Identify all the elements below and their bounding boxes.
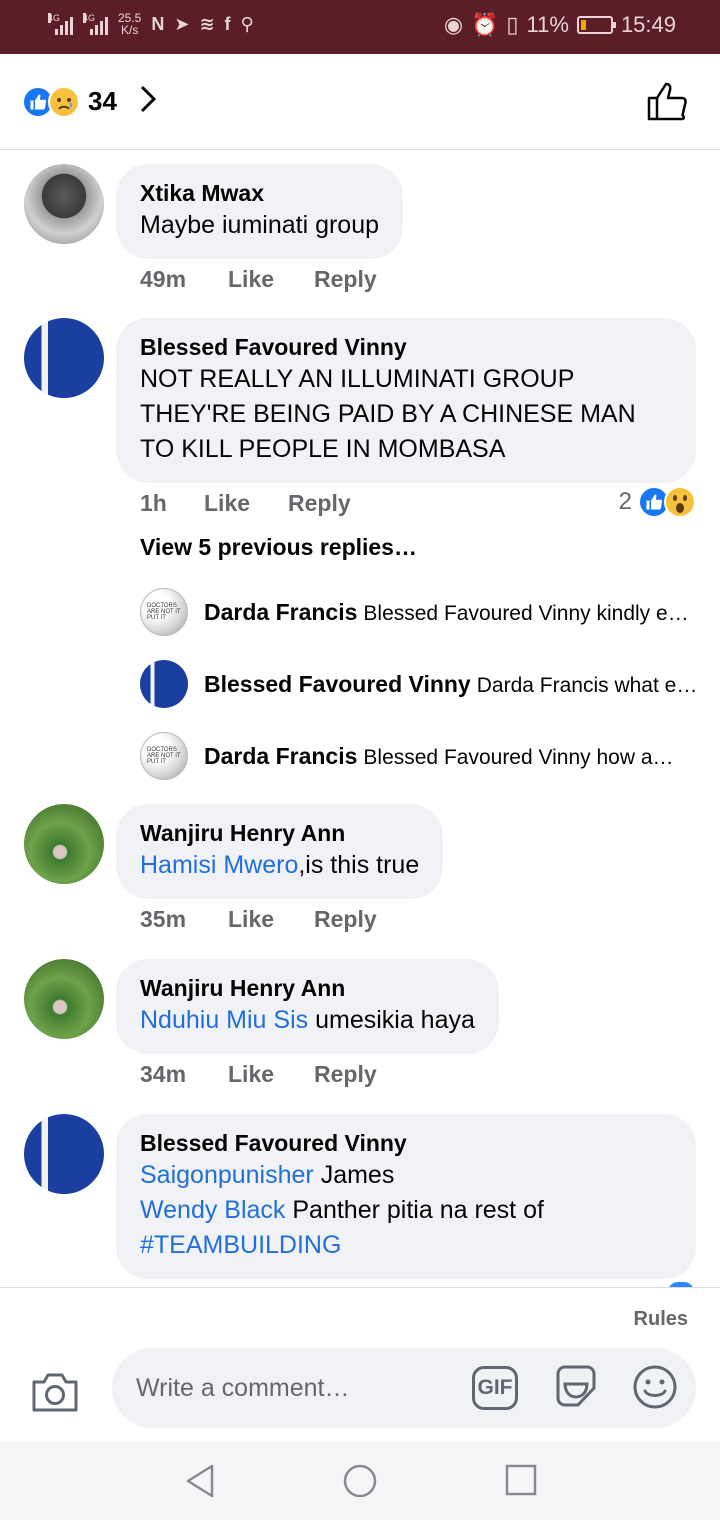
comment-text-line: TO KILL PEOPLE IN MOMBASA [140,435,506,463]
wifi-icon: ≋ [199,13,215,34]
comment-age: 35m [140,906,187,932]
comment-input-container[interactable]: GIF [112,1348,696,1428]
reply-item[interactable]: DOCTORS ARE NOT IT PUT IT Darda Francis B… [140,732,700,780]
reactions-summary[interactable]: 34 [22,84,157,119]
reply-author[interactable]: Darda Francis [204,599,357,625]
comment-reactions[interactable]: 2 [619,486,696,518]
emoji-icon[interactable] [632,1364,678,1415]
reply-button[interactable]: Reply [314,266,377,293]
location-icon: ⚲ [240,13,254,34]
comment-bubble[interactable]: Wanjiru Henry Ann Hamisi Mwero,is this t… [116,804,444,899]
battery-icon [576,16,616,34]
vibrate-icon: ▯ [506,12,519,37]
reply-author[interactable]: Blessed Favoured Vinny [204,671,471,697]
sticker-icon[interactable] [552,1362,600,1415]
wow-icon [664,486,696,518]
reply-text: Blessed Favoured Vinny kindly e… [363,601,689,625]
comment-author[interactable]: Xtika Mwax [140,178,379,208]
reply-text: Darda Francis what e… [476,673,698,697]
eye-icon: ◉ [443,12,464,37]
telegram-icon: ➤ [174,13,190,34]
battery-percent: 11% [526,12,569,37]
comment-text: umesikia haya [308,1006,475,1034]
comment-text: Maybe iuminati group [140,211,380,239]
reaction-count: 34 [88,86,117,116]
reply-text: Blessed Favoured Vinny how a… [363,745,674,769]
alarm-icon: ⏰ [471,12,499,37]
comment-author[interactable]: Blessed Favoured Vinny [140,332,672,362]
comment-age: 49m [140,266,187,292]
comment-age: 1h [140,490,167,516]
signal-icon: 4G [48,13,73,35]
hashtag-link[interactable]: #TEAMBUILDING [140,1231,341,1259]
reaction-header: 34 [0,54,720,150]
comment-bubble[interactable]: Wanjiru Henry Ann Nduhiu Miu Sis umesiki… [116,959,499,1054]
facebook-icon: f [224,13,231,34]
gif-button[interactable]: GIF [472,1366,518,1410]
comment-text: Panther pitia na rest of [285,1196,544,1224]
sad-icon [48,85,80,118]
like-button[interactable]: Like [228,266,274,293]
avatar[interactable] [24,959,104,1039]
like-post-button[interactable] [646,80,690,127]
avatar[interactable] [24,1114,104,1194]
avatar[interactable] [140,660,188,708]
comment-bubble[interactable]: Blessed Favoured Vinny Saigonpunisher Ja… [116,1114,696,1279]
network-speed: 25.5 K/s [118,11,142,37]
comment-text: James [313,1161,395,1189]
status-bar: 4G 4G 25.5 K/s N ➤ ≋ f ⚲ ◉ ⏰ ▯ 11% 15:49 [0,0,720,54]
avatar[interactable] [24,164,104,244]
reply-button[interactable]: Reply [314,906,377,933]
recents-icon[interactable] [504,1463,538,1502]
comment-age: 34m [140,1061,187,1087]
comment-bubble[interactable]: Blessed Favoured Vinny NOT REALLY AN ILL… [116,318,696,483]
rules-link[interactable]: Rules [634,1308,688,1331]
comment-composer: Rules GIF [0,1287,720,1441]
comment-author[interactable]: Blessed Favoured Vinny [140,1128,672,1158]
app-n-icon: N [151,13,165,34]
avatar[interactable] [24,318,104,398]
comment-text-line: NOT REALLY AN ILLUMINATI GROUP [140,365,575,393]
comment-author[interactable]: Wanjiru Henry Ann [140,973,475,1003]
like-button[interactable]: Like [228,1061,274,1088]
comment-reaction-count: 2 [618,488,632,515]
reply-item[interactable]: Blessed Favoured Vinny Darda Francis what… [140,660,700,708]
avatar[interactable]: DOCTORS ARE NOT IT PUT IT [140,588,188,636]
camera-icon[interactable] [30,1370,80,1419]
like-button[interactable]: Like [204,490,250,517]
avatar[interactable] [24,804,104,884]
comment-input[interactable] [136,1366,456,1410]
reply-button[interactable]: Reply [288,490,351,517]
comment-author[interactable]: Wanjiru Henry Ann [140,818,419,848]
avatar[interactable]: DOCTORS ARE NOT IT PUT IT [140,732,188,780]
mention-link[interactable]: Wendy Black [140,1196,285,1224]
reply-author[interactable]: Darda Francis [204,743,357,769]
system-nav-bar [0,1441,720,1520]
like-button[interactable]: Like [228,906,274,933]
chevron-right-icon [139,84,157,119]
comment-text: ,is this true [298,851,420,879]
comment-text-line: THEY'RE BEING PAID BY A CHINESE MAN [140,400,636,428]
comments-sheet: 34 Xtika Mwax Maybe iuminati group 49m L… [0,54,720,1520]
mention-link[interactable]: Hamisi Mwero [140,851,298,879]
back-icon[interactable] [184,1463,216,1504]
comment-bubble[interactable]: Xtika Mwax Maybe iuminati group [116,164,404,259]
view-previous-replies[interactable]: View 5 previous replies… [140,534,417,561]
mention-link[interactable]: Nduhiu Miu Sis [140,1006,308,1034]
reply-button[interactable]: Reply [314,1061,377,1088]
home-icon[interactable] [342,1463,378,1504]
reply-item[interactable]: DOCTORS ARE NOT IT PUT IT Darda Francis B… [140,588,700,636]
signal-icon-2: 4G [83,13,108,35]
clock: 15:49 [620,12,676,37]
mention-link[interactable]: Saigonpunisher [140,1161,314,1189]
